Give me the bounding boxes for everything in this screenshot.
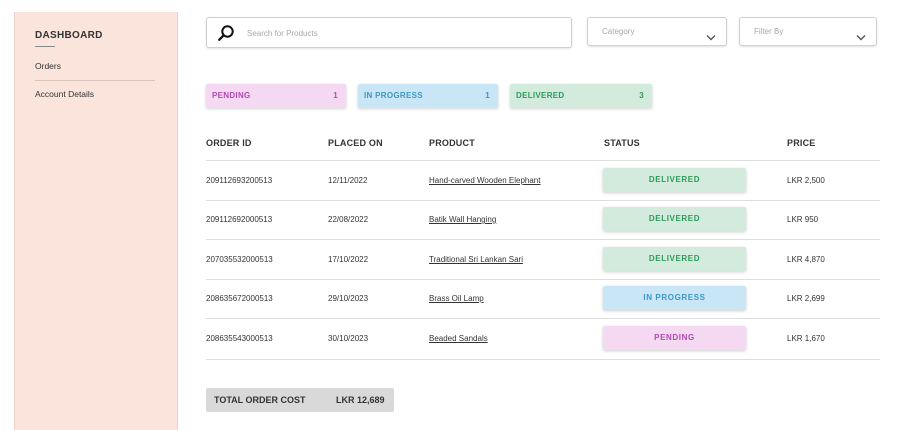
sidebar-item-orders[interactable]: Orders bbox=[35, 61, 61, 71]
pill-label: IN PROGRESS bbox=[364, 91, 423, 100]
order-id-cell: 209112693200513 bbox=[206, 176, 273, 185]
pill-count: 1 bbox=[485, 91, 490, 100]
order-id-cell: 207035532000513 bbox=[206, 255, 273, 264]
placed-on-cell: 29/10/2023 bbox=[328, 294, 369, 303]
pill-label: DELIVERED bbox=[516, 91, 565, 100]
chevron-down-icon bbox=[706, 28, 716, 46]
table-row: 209112692000513 22/08/2022 Batik Wall Ha… bbox=[206, 200, 880, 239]
order-id-cell: 208635672000513 bbox=[206, 294, 273, 303]
price-cell: LKR 1,670 bbox=[787, 334, 825, 343]
status-badge: DELIVERED bbox=[603, 207, 746, 231]
header-order-id: ORDER ID bbox=[206, 138, 252, 148]
total-value: LKR 12,689 bbox=[336, 395, 385, 405]
sidebar: DASHBOARD Orders Account Details bbox=[14, 12, 178, 430]
header-placed-on: PLACED ON bbox=[328, 138, 383, 148]
price-cell: LKR 2,699 bbox=[787, 294, 825, 303]
filter-by-select-label: Filter By bbox=[754, 27, 784, 36]
product-link[interactable]: Beaded Sandals bbox=[429, 334, 488, 343]
order-id-cell: 208635543000513 bbox=[206, 334, 273, 343]
in-progress-filter-pill[interactable]: IN PROGRESS 1 bbox=[358, 84, 498, 108]
pill-count: 3 bbox=[639, 91, 644, 100]
sidebar-title-underline bbox=[35, 46, 55, 47]
table-row: 207035532000513 17/10/2022 Traditional S… bbox=[206, 240, 880, 279]
status-badge: DELIVERED bbox=[603, 247, 746, 271]
pending-filter-pill[interactable]: PENDING 1 bbox=[206, 84, 346, 108]
table-row: 208635672000513 29/10/2023 Brass Oil Lam… bbox=[206, 279, 880, 318]
category-select-label: Category bbox=[602, 27, 635, 36]
search-icon[interactable] bbox=[217, 24, 235, 47]
header-price: PRICE bbox=[787, 138, 816, 148]
table-row: 209112693200513 12/11/2022 Hand-carved W… bbox=[206, 161, 880, 200]
header-status: STATUS bbox=[604, 138, 640, 148]
search-input[interactable] bbox=[247, 25, 547, 41]
placed-on-cell: 22/08/2022 bbox=[328, 215, 369, 224]
price-cell: LKR 2,500 bbox=[787, 176, 825, 185]
status-badge: IN PROGRESS bbox=[603, 286, 746, 310]
product-link[interactable]: Batik Wall Hanging bbox=[429, 215, 496, 224]
chevron-down-icon bbox=[856, 28, 866, 46]
delivered-filter-pill[interactable]: DELIVERED 3 bbox=[510, 84, 652, 108]
product-link[interactable]: Traditional Sri Lankan Sari bbox=[429, 255, 523, 264]
total-label: TOTAL ORDER COST bbox=[214, 395, 306, 405]
product-link[interactable]: Hand-carved Wooden Elephant bbox=[429, 176, 540, 185]
total-order-cost: TOTAL ORDER COST LKR 12,689 bbox=[206, 388, 394, 412]
filter-by-select[interactable]: Filter By bbox=[739, 17, 877, 46]
status-badge: PENDING bbox=[603, 326, 746, 350]
category-select[interactable]: Category bbox=[587, 17, 727, 46]
pill-count: 1 bbox=[333, 91, 338, 100]
status-badge: DELIVERED bbox=[603, 168, 746, 192]
placed-on-cell: 17/10/2022 bbox=[328, 255, 369, 264]
placed-on-cell: 30/10/2023 bbox=[328, 334, 369, 343]
sidebar-divider bbox=[35, 80, 155, 81]
search-box bbox=[206, 17, 572, 48]
sidebar-item-account-details[interactable]: Account Details bbox=[35, 89, 94, 99]
placed-on-cell: 12/11/2022 bbox=[328, 176, 368, 185]
table-divider bbox=[206, 359, 880, 360]
pill-label: PENDING bbox=[212, 91, 251, 100]
sidebar-title: DASHBOARD bbox=[35, 30, 103, 41]
price-cell: LKR 4,870 bbox=[787, 255, 825, 264]
order-id-cell: 209112692000513 bbox=[206, 215, 273, 224]
header-product: PRODUCT bbox=[429, 138, 475, 148]
table-row: 208635543000513 30/10/2023 Beaded Sandal… bbox=[206, 319, 880, 358]
price-cell: LKR 950 bbox=[787, 215, 819, 224]
product-link[interactable]: Brass Oil Lamp bbox=[429, 294, 484, 303]
